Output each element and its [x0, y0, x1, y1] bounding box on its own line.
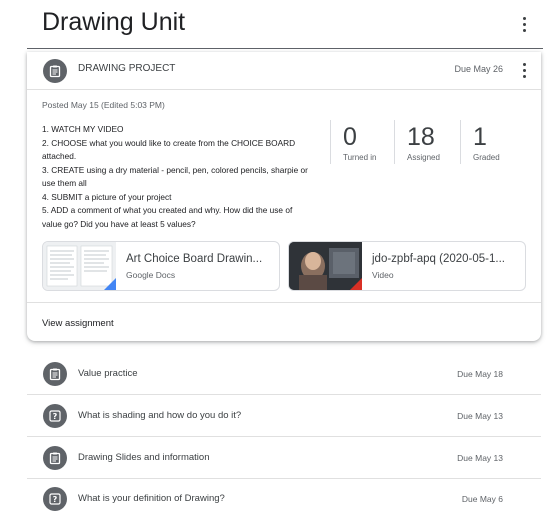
stat-value: 18	[407, 123, 435, 151]
assignment-header[interactable]: DRAWING PROJECT Due May 26	[27, 52, 541, 90]
list-item[interactable]: ? What is shading and how do you do it? …	[27, 395, 541, 437]
assignment-icon	[43, 362, 67, 386]
stat-value: 0	[343, 123, 357, 151]
view-assignment-label: View assignment	[42, 318, 114, 329]
stat-turned-in[interactable]: 0 Turned in	[330, 120, 391, 164]
stat-graded[interactable]: 1 Graded	[460, 120, 521, 164]
instruction-line: 4. SUBMIT a picture of your project	[42, 191, 172, 202]
assignment-more-icon[interactable]	[514, 60, 534, 80]
instruction-line: 2. CHOOSE what you would like to create …	[42, 137, 296, 148]
attachment-type: Video	[372, 270, 394, 280]
assignment-title: DRAWING PROJECT	[78, 63, 176, 74]
question-icon: ?	[43, 487, 67, 511]
posted-date: Posted May 15 (Edited 5:03 PM)	[42, 100, 165, 110]
stat-assigned[interactable]: 18 Assigned	[394, 120, 455, 164]
topic-divider	[27, 48, 543, 49]
item-due-date: Due May 6	[461, 494, 503, 504]
attachment-type: Google Docs	[126, 270, 176, 280]
item-due-date: Due May 13	[457, 411, 503, 421]
svg-text:?: ?	[53, 495, 58, 504]
item-title: What is your definition of Drawing?	[78, 493, 225, 504]
assignment-icon	[43, 59, 67, 83]
list-item[interactable]: ? What is your definition of Drawing? Du…	[27, 478, 541, 519]
item-title: What is shading and how do you do it?	[78, 410, 242, 421]
assignment-card: DRAWING PROJECT Due May 26 Posted May 15…	[27, 52, 541, 341]
item-title: Value practice	[78, 368, 138, 379]
view-assignment-link[interactable]: View assignment	[27, 302, 541, 342]
attachment-title: Art Choice Board Drawin...	[126, 253, 263, 265]
assignment-icon	[43, 446, 67, 470]
question-icon: ?	[43, 404, 67, 428]
instruction-line: 1. WATCH MY VIDEO	[42, 124, 124, 134]
assignment-due-date: Due May 26	[454, 64, 503, 74]
instruction-line: use them all	[42, 178, 87, 188]
list-item[interactable]: Drawing Slides and information Due May 1…	[27, 437, 541, 479]
instruction-line: 3. CREATE using a dry material - pencil,…	[42, 164, 308, 175]
svg-text:?: ?	[53, 412, 58, 421]
topic-title: Drawing Unit	[42, 8, 186, 36]
topic-more-icon[interactable]	[514, 14, 534, 34]
stat-label: Graded	[473, 153, 500, 162]
instruction-line: 5. ADD a comment of what you created and…	[42, 205, 293, 215]
docs-thumbnail	[43, 242, 116, 290]
instruction-line: value go? Did you have at least 5 values…	[42, 218, 196, 229]
stat-label: Assigned	[407, 153, 440, 162]
item-due-date: Due May 18	[457, 369, 503, 379]
item-title: Drawing Slides and information	[78, 452, 210, 463]
assignment-instructions: 1. WATCH MY VIDEO 2. CHOOSE what you wou…	[42, 123, 332, 231]
instruction-line: attached.	[42, 151, 77, 161]
attachment-video[interactable]: jdo-zpbf-apq (2020-05-1... Video	[288, 241, 526, 291]
video-thumbnail	[289, 242, 362, 290]
stat-label: Turned in	[343, 153, 377, 162]
stat-value: 1	[473, 123, 487, 151]
list-item[interactable]: Value practice Due May 18	[27, 353, 541, 395]
item-due-date: Due May 13	[457, 453, 503, 463]
attachment-docs[interactable]: Art Choice Board Drawin... Google Docs	[42, 241, 280, 291]
attachment-title: jdo-zpbf-apq (2020-05-1...	[372, 253, 505, 265]
